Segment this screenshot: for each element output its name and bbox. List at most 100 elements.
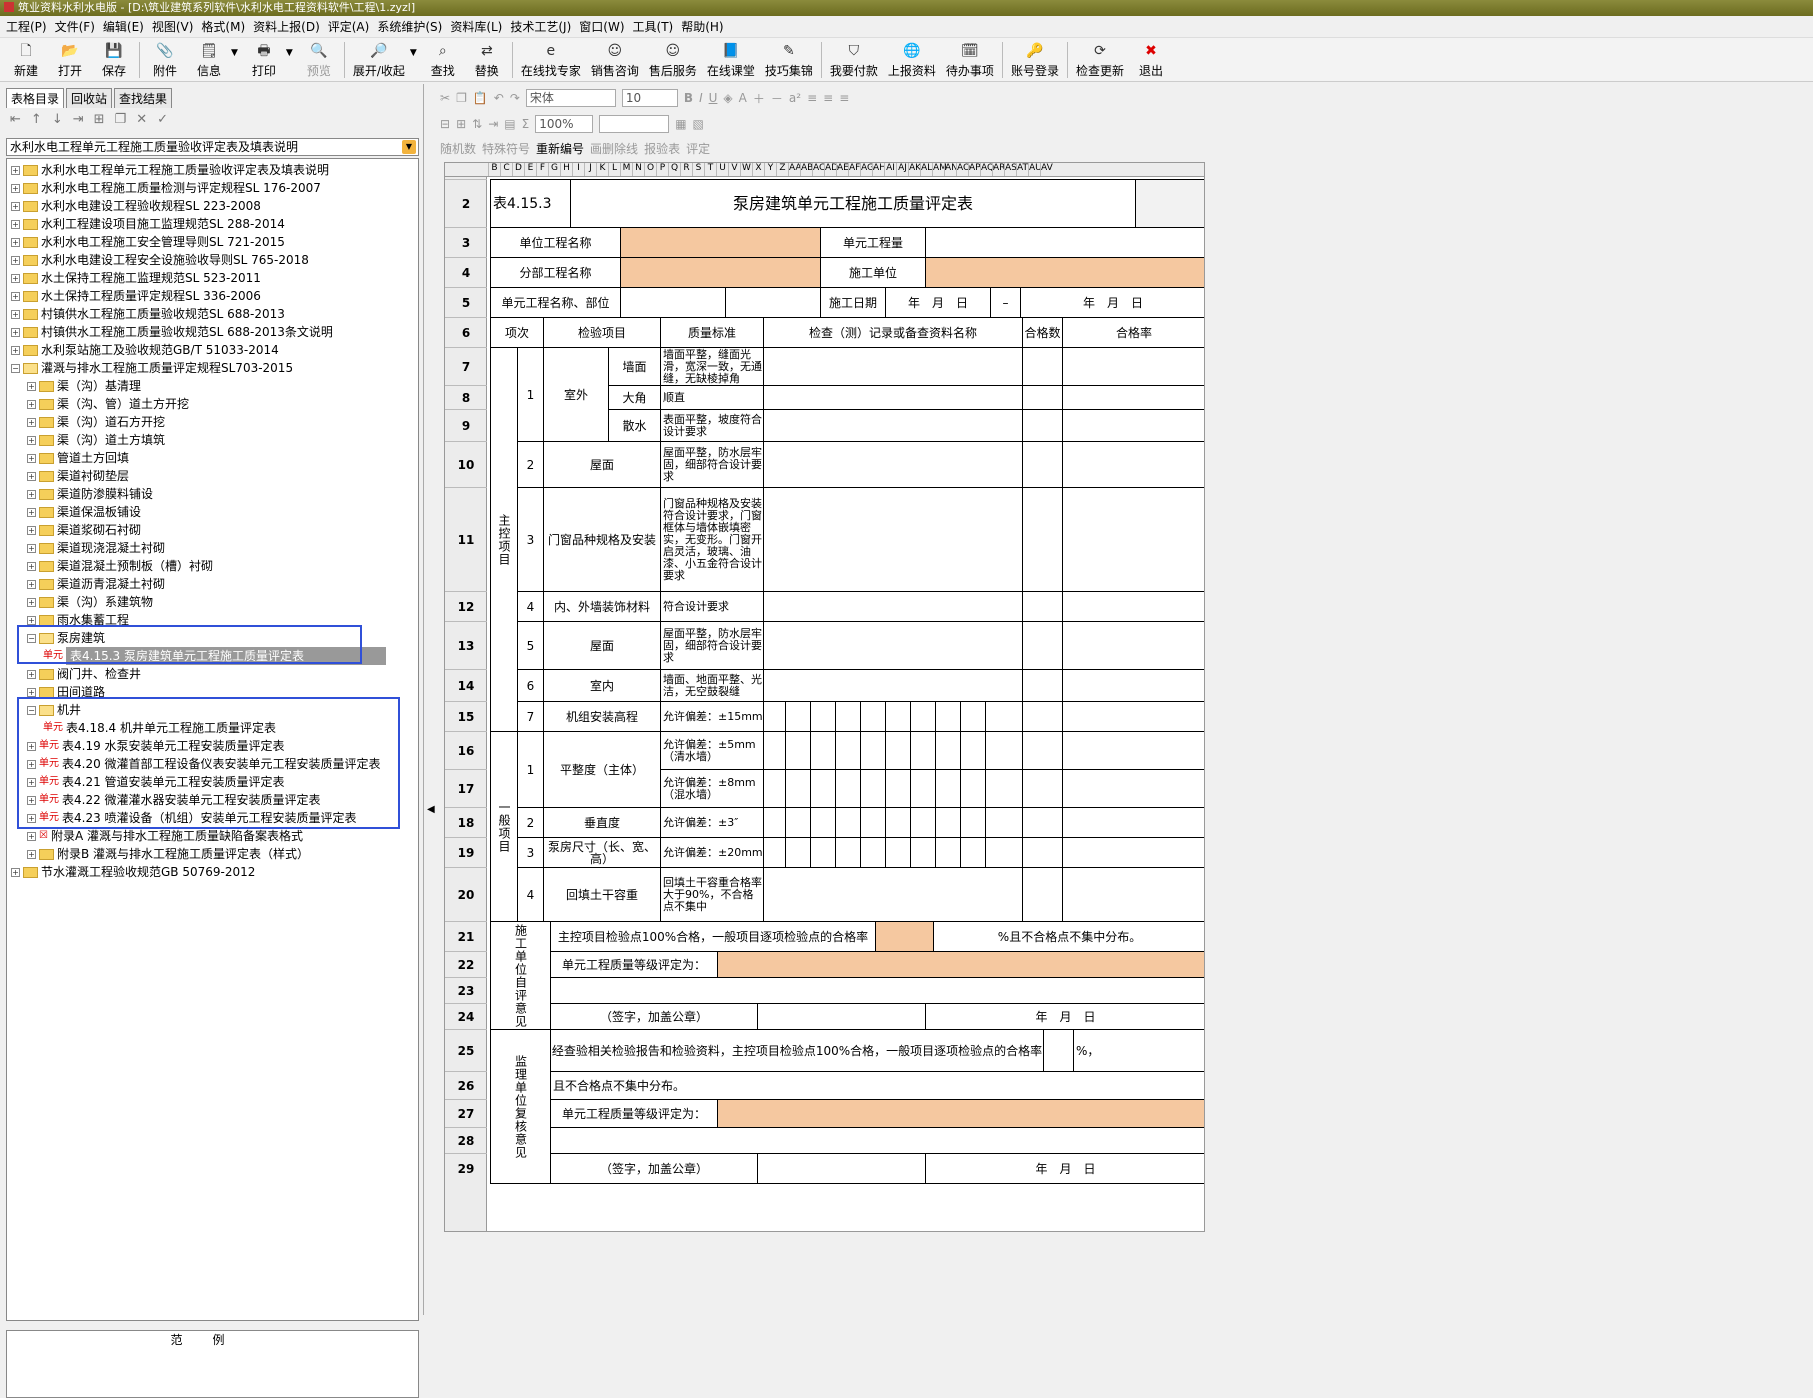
column-letter[interactable]: AD [824, 163, 838, 176]
column-letter[interactable]: D [512, 163, 524, 176]
border-icon[interactable]: ▦ [675, 117, 686, 131]
column-letter[interactable]: R [680, 163, 692, 176]
column-letter[interactable]: Z [776, 163, 788, 176]
tree-item[interactable]: + 渠道混凝土预制板（槽）衬砌 [27, 557, 213, 575]
quality-std[interactable]: 允许偏差：±20mm [660, 837, 764, 868]
unit-qty-label[interactable]: 单元工程量 [820, 227, 926, 258]
sales-button[interactable]: ☺ 销售咨询 [586, 38, 644, 79]
pass-rate-cell[interactable] [1062, 731, 1204, 770]
bold-icon[interactable]: B [684, 91, 693, 105]
self-eval-label[interactable]: 施工单位自评意见 [490, 921, 551, 1030]
tree-item[interactable]: + 渠道衬砌垫层 [27, 467, 129, 485]
measure-cell[interactable] [810, 769, 836, 808]
pass-count-cell[interactable] [1022, 731, 1063, 770]
random-button[interactable]: 随机数 [440, 140, 476, 157]
table-number-cell[interactable]: 表4.15.3 [490, 179, 571, 228]
self-date[interactable]: 年 月 日 [925, 1003, 1204, 1030]
column-letter[interactable]: C [500, 163, 512, 176]
tree-item[interactable]: + 水利水电工程单元工程施工质量验收评定表及填表说明 [11, 161, 329, 179]
menu-report[interactable]: 资料上报(D) [253, 18, 320, 35]
end-date[interactable]: 年 月 日 [1020, 287, 1204, 318]
expand-dropdown-icon[interactable]: ▼ [410, 48, 417, 58]
row-number[interactable]: 19 [445, 837, 487, 867]
add-table-icon[interactable]: ⊞ [94, 112, 105, 127]
expand-icon[interactable]: + [11, 237, 20, 247]
sign-value[interactable] [757, 1153, 926, 1184]
preview-button[interactable]: 🔍 预览 [297, 38, 341, 79]
column-letter[interactable]: AG [860, 163, 874, 176]
copy-icon[interactable]: ❐ [456, 91, 467, 105]
measure-cell[interactable] [960, 769, 986, 808]
pass-rate-cell[interactable] [1062, 669, 1204, 702]
measure-cell[interactable] [885, 731, 911, 770]
report-button[interactable]: 报验表 [644, 140, 680, 157]
tree-item[interactable]: + 渠（沟、管）道土方开挖 [27, 395, 189, 413]
item-no[interactable]: 2 [517, 807, 544, 838]
row-number[interactable]: 11 [445, 487, 487, 591]
column-letter[interactable]: AI [884, 163, 896, 176]
delete-line-button[interactable]: 画删除线 [590, 140, 638, 157]
move-first-icon[interactable]: ⇤ [10, 112, 21, 127]
column-letter[interactable]: T [704, 163, 716, 176]
measure-cell[interactable] [910, 701, 936, 732]
item-no[interactable]: 7 [517, 701, 544, 732]
measure-cell[interactable] [885, 769, 911, 808]
pass-count-cell[interactable] [1022, 621, 1063, 670]
pass-rate-cell[interactable] [1062, 807, 1204, 838]
column-letter[interactable]: AE [836, 163, 849, 176]
measure-cell[interactable] [763, 731, 786, 770]
column-letter[interactable]: F [536, 163, 548, 176]
record-cell[interactable] [763, 669, 1023, 702]
blank-cell[interactable] [550, 1127, 1204, 1154]
expand-icon[interactable]: + [11, 867, 20, 877]
tree-item[interactable]: + 渠（沟）基清理 [27, 377, 141, 395]
measure-cell[interactable] [835, 701, 861, 732]
row-number[interactable]: 22 [445, 951, 487, 977]
supervisor-text-2[interactable]: 且不合格点不集中分布。 [550, 1071, 1204, 1100]
cut-icon[interactable]: ✂ [440, 91, 450, 105]
supervisor-rate-value[interactable] [1043, 1029, 1074, 1072]
unit-project-label[interactable]: 单位工程名称 [490, 227, 621, 258]
pass-rate-cell[interactable] [1062, 621, 1204, 670]
measure-cell[interactable] [860, 731, 886, 770]
expand-icon[interactable]: + [11, 219, 20, 229]
indent-icon[interactable]: ⇥ [488, 117, 498, 131]
tree-item[interactable]: + 渠道保温板铺设 [27, 503, 141, 521]
exit-button[interactable]: ✖ 退出 [1129, 38, 1173, 79]
quality-std[interactable]: 允许偏差：±5mm（清水墙） [660, 731, 764, 770]
check-item[interactable]: 泵房尺寸（长、宽、高） [543, 837, 661, 868]
expand-icon[interactable]: + [27, 453, 36, 463]
fill-color-icon[interactable]: ◈ [723, 91, 732, 105]
expand-icon[interactable]: + [27, 579, 36, 589]
sign-label[interactable]: （签字，加盖公章） [550, 1003, 758, 1030]
record-cell[interactable] [763, 867, 1023, 922]
tree-item[interactable]: − 灌溉与排水工程施工质量评定规程SL703-2015 [11, 359, 293, 377]
menu-tools[interactable]: 工具(T) [633, 18, 674, 35]
tree-item[interactable]: + 村镇供水工程施工质量验收规范SL 688-2013条文说明 [11, 323, 333, 341]
font-select[interactable]: 宋体 [525, 89, 616, 107]
expert-button[interactable]: e 在线找专家 [516, 38, 586, 79]
check-item[interactable]: 内、外墙装饰材料 [543, 591, 661, 622]
pass-count-cell[interactable] [1022, 487, 1063, 592]
column-letter[interactable]: U [716, 163, 728, 176]
tree-item[interactable]: + 水利水电工程施工质量检测与评定规程SL 176-2007 [11, 179, 321, 197]
font-size-select[interactable]: 10 [621, 89, 678, 107]
menu-help[interactable]: 帮助(H) [681, 18, 723, 35]
measure-cell[interactable] [985, 701, 1023, 732]
column-letter[interactable]: AV [1040, 163, 1053, 176]
row-number[interactable]: 29 [445, 1153, 487, 1183]
splitter[interactable]: ◀ [426, 84, 435, 1315]
unit-qty-value[interactable] [925, 227, 1204, 258]
row-number[interactable]: 21 [445, 921, 487, 951]
evaluate-button[interactable]: 评定 [686, 140, 710, 157]
login-button[interactable]: 🔑 账号登录 [1006, 38, 1064, 79]
tree-item[interactable]: + 水利水电工程施工安全管理导则SL 721-2015 [11, 233, 285, 251]
check-item[interactable]: 回填土干容重 [543, 867, 661, 922]
quality-std[interactable]: 表面平整，坡度符合设计要求 [660, 409, 764, 442]
column-letter[interactable]: AK [908, 163, 921, 176]
menu-library[interactable]: 资料库(L) [450, 18, 502, 35]
measure-cell[interactable] [985, 837, 1023, 868]
column-letter[interactable]: M [620, 163, 632, 176]
expand-icon[interactable]: + [11, 345, 20, 355]
underline-icon[interactable]: U [709, 91, 718, 105]
